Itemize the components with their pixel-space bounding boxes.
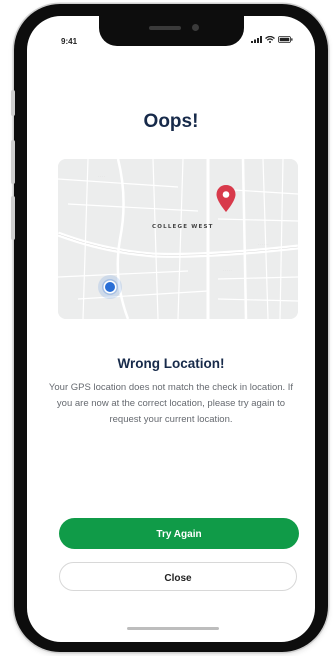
app-stage: 9:41 Oops! · · · · · · · · · · · · · · ·… [0,0,333,656]
notch [99,16,244,46]
error-subtitle: Wrong Location! [117,356,225,371]
try-again-button[interactable]: Try Again [59,518,299,549]
error-message: Your GPS location does not match the che… [48,382,294,425]
map-area-label: COLLEGE WEST [152,224,214,230]
speaker-grille [149,26,181,30]
signal-icon [251,36,262,43]
phone-screen: 9:41 Oops! · · · · · · · · · · · · · · ·… [27,16,315,642]
page-title: Oops! [143,111,199,132]
battery-icon [278,36,293,43]
close-button[interactable]: Close [59,562,297,591]
front-camera [192,24,199,31]
silent-switch [11,90,15,116]
status-icons [251,36,293,43]
svg-text:· · · · · ·: · · · · · · [258,242,269,246]
current-location-dot-icon [103,280,117,294]
volume-down-button [11,196,15,240]
location-pin-icon [216,185,236,212]
home-indicator[interactable] [127,627,219,630]
volume-up-button [11,140,15,184]
map-roads: · · · · · · · · · · · · · · · [58,159,298,319]
svg-text:· · · · ·: · · · · · [223,268,232,272]
svg-text:· · · ·: · · · · [98,174,105,178]
status-time: 9:41 [61,37,78,46]
wifi-icon [265,36,275,43]
location-map: · · · · · · · · · · · · · · · COLLEGE WE… [58,159,298,319]
